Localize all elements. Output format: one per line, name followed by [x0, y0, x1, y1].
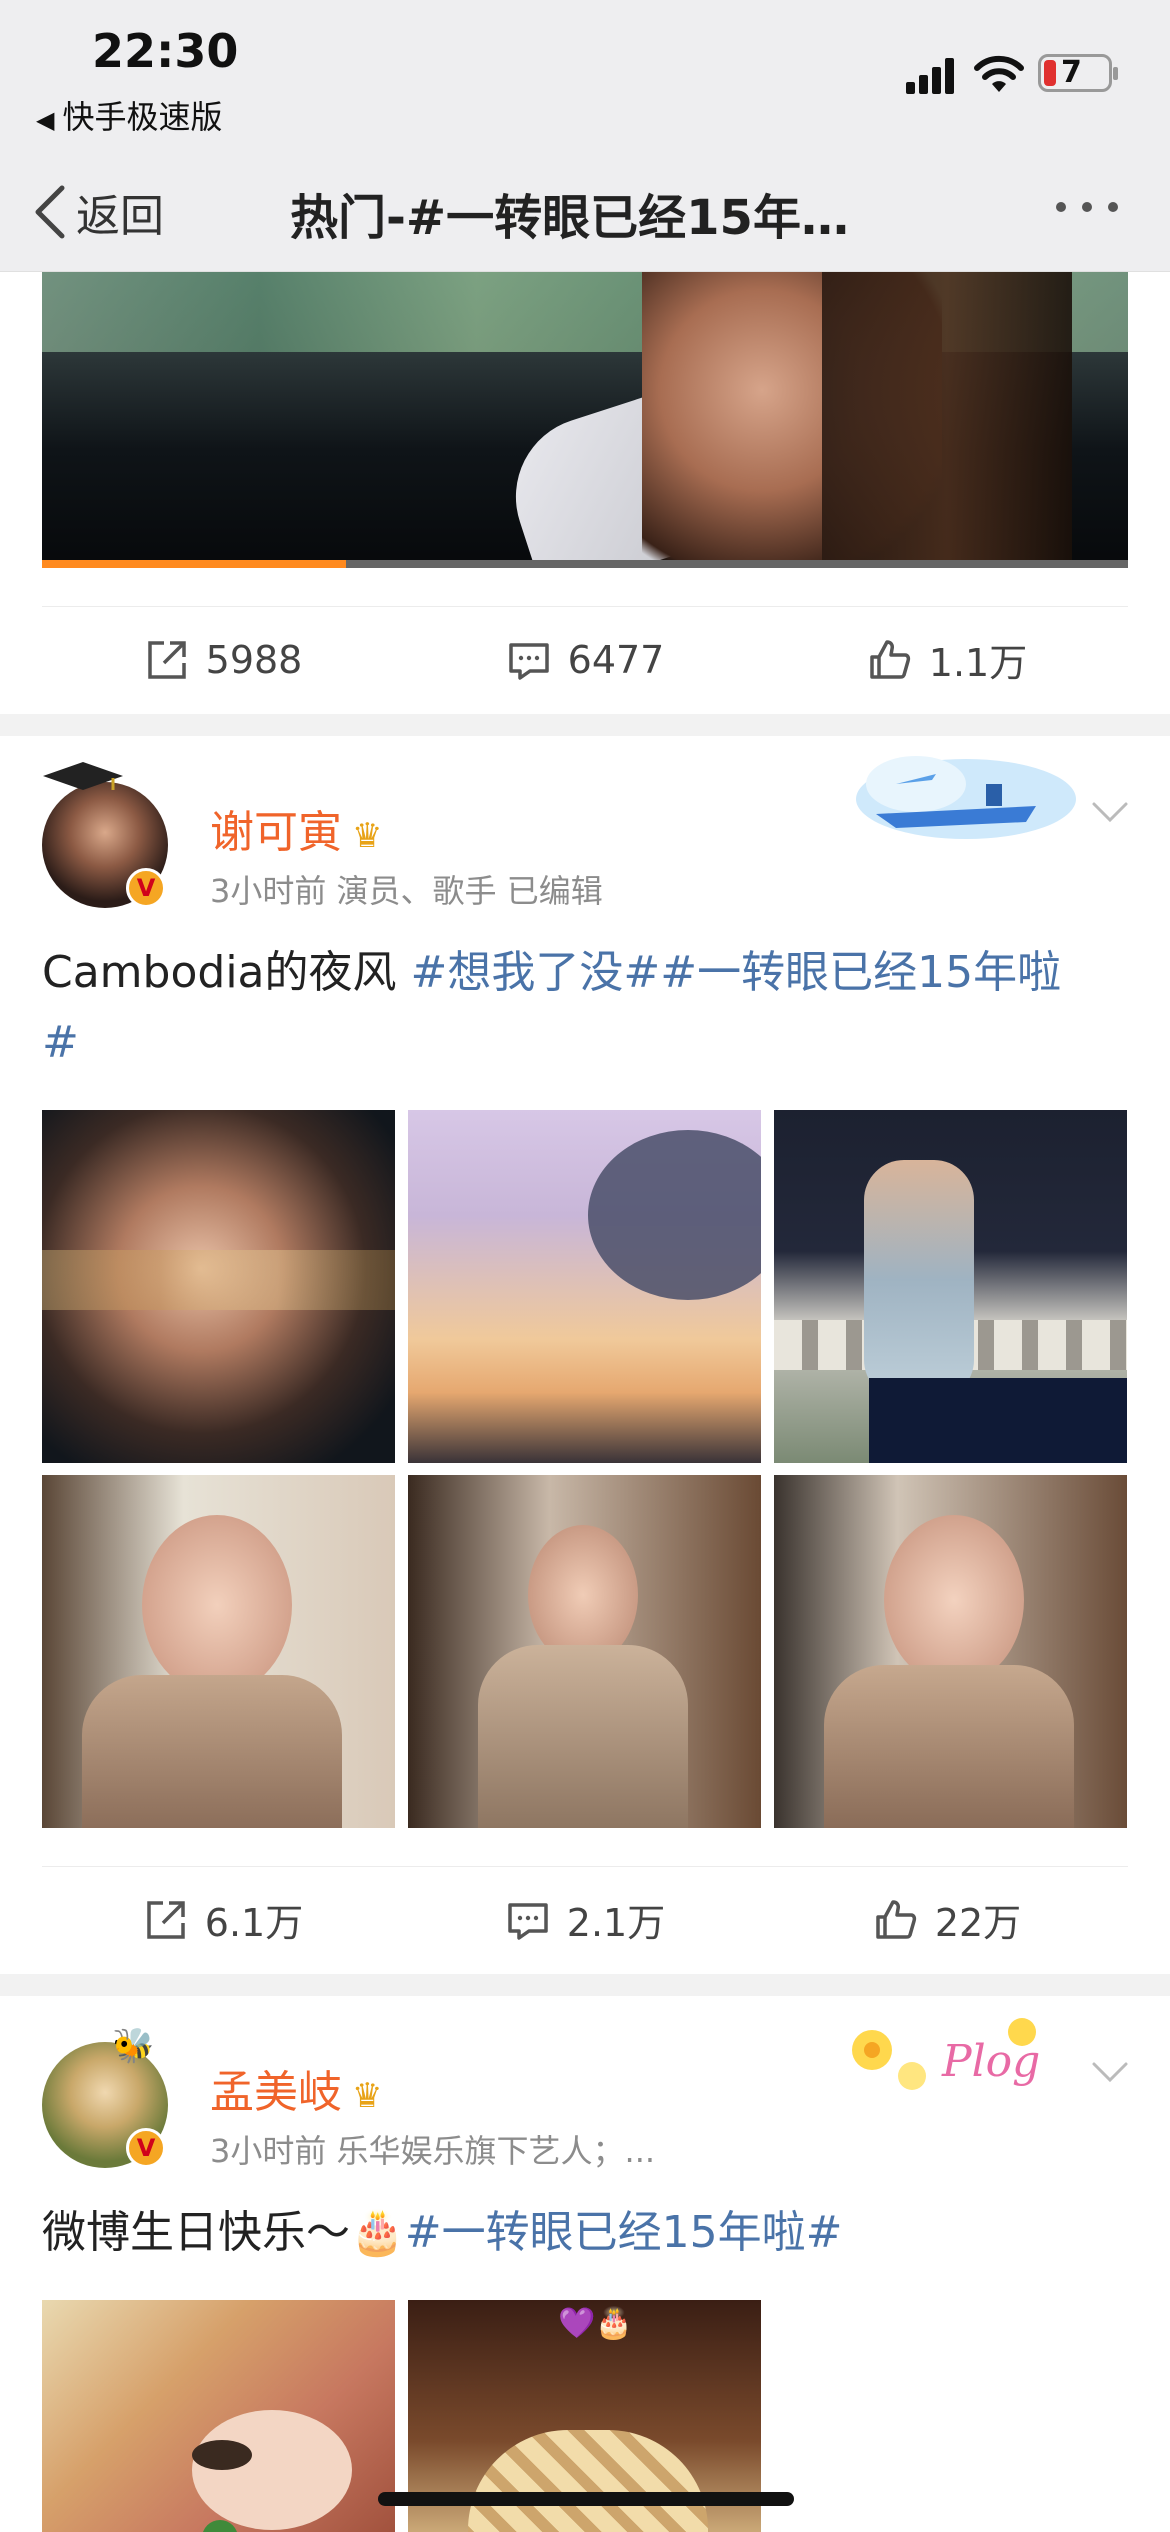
video-player[interactable]	[42, 272, 1128, 568]
photo-thumbnail[interactable]	[42, 1475, 395, 1828]
hashtag-link-end[interactable]: #	[42, 1017, 79, 1068]
post-text: Cambodia的夜风 #想我了没##一转眼已经15年啦 #	[42, 938, 1142, 1078]
battery-level: 7	[1061, 55, 1082, 90]
like-count: 22万	[934, 1901, 1022, 1945]
thumbs-up-icon	[870, 639, 910, 679]
nav-bar: 返回 热门-#一转眼已经15年…	[0, 150, 1170, 272]
comment-count: 2.1万	[566, 1901, 666, 1945]
share-count: 6.1万	[204, 1901, 304, 1945]
home-indicator[interactable]	[378, 2492, 794, 2506]
photo-thumbnail[interactable]	[42, 1110, 395, 1463]
post-meta: 3小时前 演员、歌手 已编辑	[210, 866, 603, 912]
username-text: 谢可寅	[210, 807, 342, 858]
post-meta: 3小时前 乐华娱乐旗下艺人；...	[210, 2126, 655, 2172]
crown-icon: ♛	[352, 816, 383, 856]
post-actions: 6.1万 2.1万 22万	[42, 1866, 1128, 1972]
verified-badge-icon: V	[126, 2128, 166, 2168]
chevron-down-icon[interactable]	[1090, 800, 1130, 824]
share-icon	[147, 640, 186, 679]
back-app-label: 快手极速版	[62, 98, 223, 136]
chevron-down-icon[interactable]	[1090, 2060, 1130, 2084]
aircraft-carrier-badge-icon	[836, 744, 1076, 844]
post-time: 3小时前	[210, 872, 327, 910]
share-button[interactable]: 6.1万	[42, 1867, 404, 1972]
video-post-actions: 5988 6477 1.1万	[42, 606, 1128, 712]
post-username[interactable]: 谢可寅 ♛	[210, 796, 382, 860]
hashtag-link[interactable]: #想我了没#	[411, 947, 661, 998]
video-progress-bar[interactable]	[42, 560, 1128, 568]
like-button[interactable]: 1.1万	[766, 607, 1128, 712]
wifi-icon	[974, 55, 1024, 92]
cellular-signal-icon	[906, 58, 956, 94]
back-label: 返回	[76, 191, 164, 242]
photo-thumbnail[interactable]	[42, 2300, 395, 2532]
photo-thumbnail[interactable]	[774, 1110, 1127, 1463]
back-to-app-link[interactable]: ◀ 快手极速版	[36, 92, 222, 138]
comment-count: 6477	[567, 637, 665, 682]
status-bar: 22:30 ◀ 快手极速版 7	[0, 0, 1170, 150]
plog-badge: Plog	[842, 2010, 1082, 2106]
comment-button[interactable]: 2.1万	[404, 1867, 766, 1972]
comment-icon	[508, 642, 549, 680]
more-options-button[interactable]	[1056, 202, 1118, 212]
crown-icon: ♛	[352, 2076, 383, 2116]
bee-icon: 🐝	[112, 2026, 155, 2066]
hashtag-link[interactable]: #一转眼已经15年啦#	[405, 2207, 843, 2258]
post-user-desc: 乐华娱乐旗下艺人；...	[336, 2132, 656, 2170]
post-text: 微博生日快乐～🎂#一转眼已经15年啦#	[42, 2198, 1142, 2268]
verified-badge-icon: V	[126, 868, 166, 908]
post-username[interactable]: 孟美岐 ♛	[210, 2056, 382, 2120]
share-button[interactable]: 5988	[42, 607, 404, 712]
cake-emoji-icon: 🎂	[350, 2207, 405, 2258]
post-time: 3小时前	[210, 2132, 327, 2170]
post-text-plain: Cambodia的夜风	[42, 947, 411, 998]
hashtag-link[interactable]: #一转眼已经15年啦	[660, 947, 1061, 998]
post-separator	[0, 714, 1170, 736]
back-button[interactable]: 返回	[32, 180, 164, 244]
battery-icon: 7	[1038, 54, 1118, 92]
photo-thumbnail[interactable]	[408, 1475, 761, 1828]
post-user-desc: 演员、歌手 已编辑	[336, 872, 603, 910]
comment-icon	[508, 1902, 548, 1940]
photo-thumbnail[interactable]	[408, 1110, 761, 1463]
like-button[interactable]: 22万	[766, 1867, 1128, 1972]
plog-badge-text: Plog	[941, 2036, 1040, 2087]
post-text-plain: 微博生日快乐～	[42, 2207, 350, 2258]
page-title: 热门-#一转眼已经15年…	[290, 190, 849, 246]
comment-button[interactable]: 6477	[404, 607, 766, 712]
back-triangle-icon: ◀	[36, 106, 55, 134]
chevron-left-icon	[35, 185, 65, 239]
photo-thumbnail[interactable]	[774, 1475, 1127, 1828]
more-dot-icon	[1056, 202, 1066, 212]
thumbs-up-icon	[876, 1899, 916, 1939]
photo-grid	[42, 1110, 1127, 1828]
share-count: 5988	[205, 637, 303, 682]
username-text: 孟美岐	[210, 2067, 342, 2118]
share-icon	[147, 1900, 185, 1939]
status-time: 22:30	[92, 24, 239, 78]
graduation-cap-icon	[38, 758, 128, 794]
like-count: 1.1万	[928, 641, 1028, 685]
post-separator	[0, 1974, 1170, 1996]
